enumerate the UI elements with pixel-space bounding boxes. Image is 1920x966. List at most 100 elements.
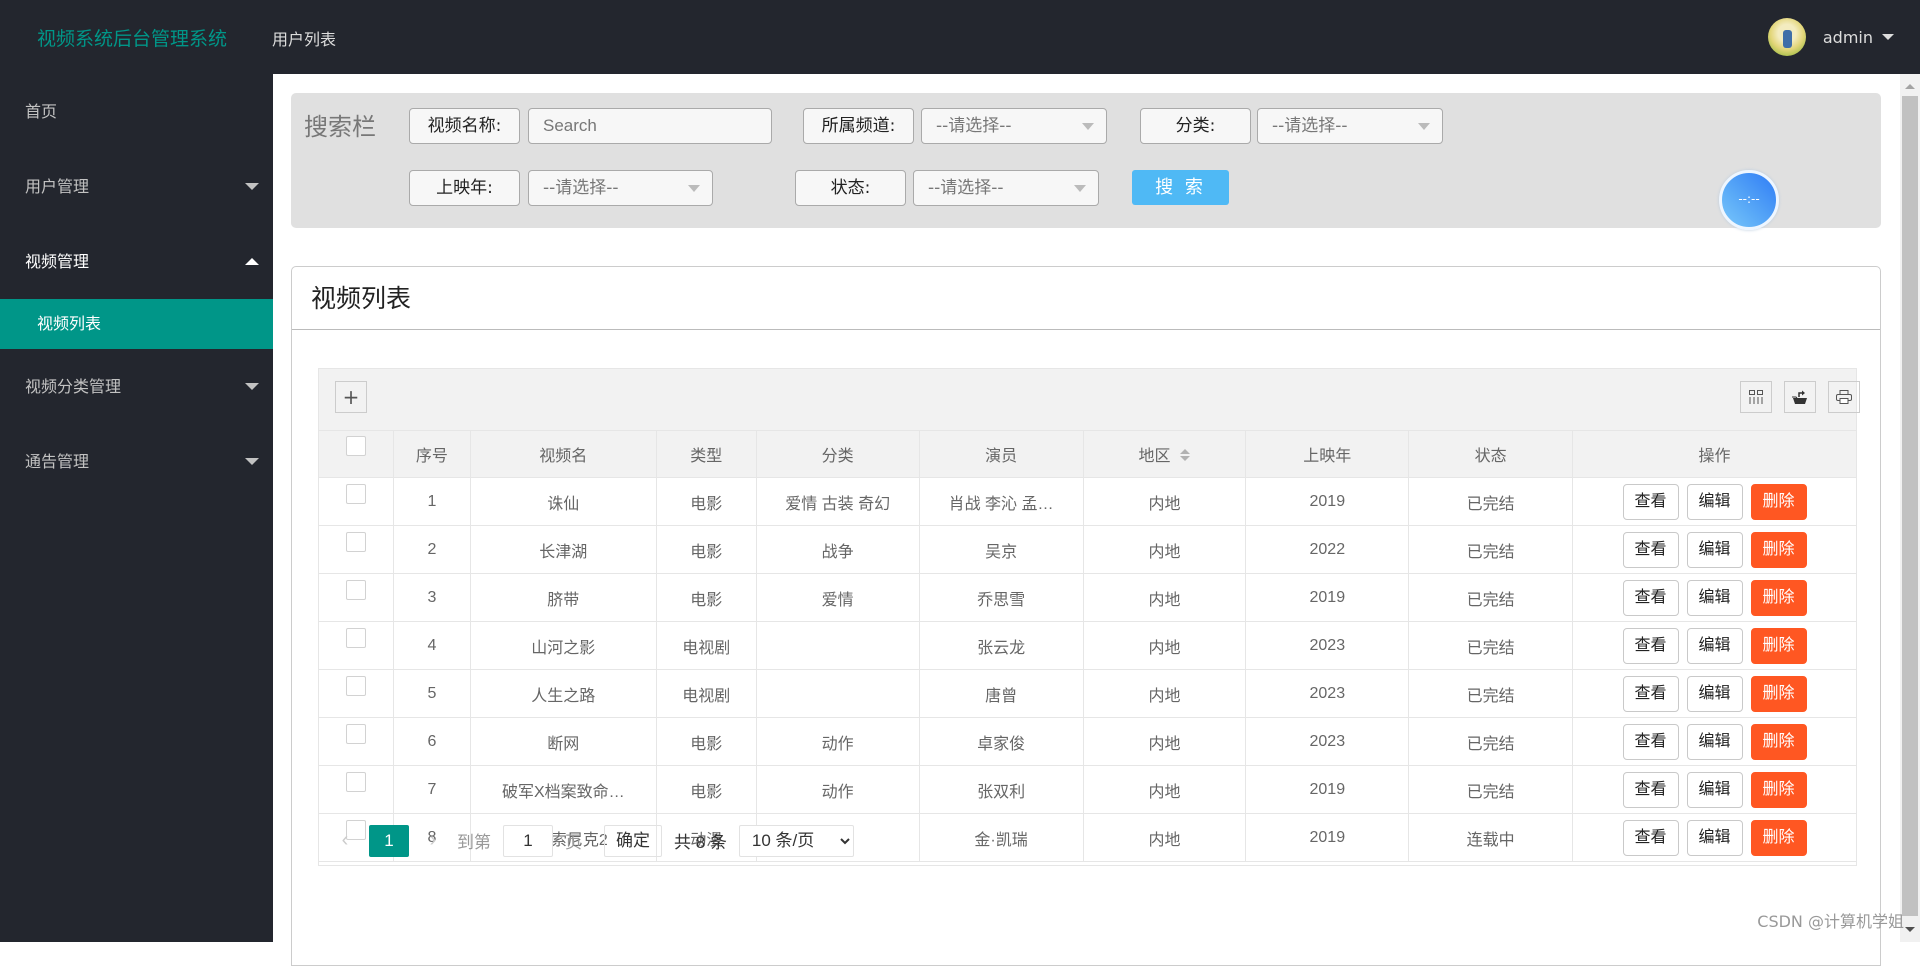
delete-button[interactable]: 删除 (1751, 628, 1807, 664)
cell-status: 已完结 (1409, 478, 1573, 526)
category-select[interactable]: --请选择-- (1257, 108, 1443, 144)
row-checkbox[interactable] (346, 676, 366, 696)
year-select-value: --请选择-- (543, 178, 619, 198)
delete-button[interactable]: 删除 (1751, 724, 1807, 760)
view-button[interactable]: 查看 (1623, 772, 1679, 808)
row-select-cell[interactable] (319, 622, 394, 670)
dropdown-triangle-icon (1074, 185, 1086, 192)
cell-name: 脐带 (470, 574, 656, 622)
edit-button[interactable]: 编辑 (1687, 772, 1743, 808)
edit-button[interactable]: 编辑 (1687, 724, 1743, 760)
scroll-down-arrow-icon[interactable] (1905, 927, 1915, 932)
user-menu[interactable]: admin (1768, 18, 1894, 56)
top-header: 视频系统后台管理系统 用户列表 admin (0, 0, 1920, 74)
channel-select[interactable]: --请选择-- (921, 108, 1107, 144)
add-button[interactable]: + (335, 381, 367, 413)
print-button[interactable] (1828, 381, 1860, 413)
category-select-value: --请选择-- (1272, 116, 1348, 136)
sidebar-item-video-management[interactable]: 视频管理 (0, 224, 273, 299)
select-all-checkbox[interactable] (346, 436, 366, 456)
scrollbar-thumb[interactable] (1902, 96, 1918, 916)
total-count: 共 8 条 (674, 828, 727, 853)
row-checkbox[interactable] (346, 484, 366, 504)
columns-filter-button[interactable] (1740, 381, 1772, 413)
table-row: 6断网电影动作卓家俊内地2023已完结查看编辑删除 (319, 718, 1857, 766)
sidebar-subitem-video-list[interactable]: 视频列表 (0, 299, 273, 349)
row-select-cell[interactable] (319, 478, 394, 526)
edit-button[interactable]: 编辑 (1687, 628, 1743, 664)
row-checkbox[interactable] (346, 532, 366, 552)
row-checkbox[interactable] (346, 580, 366, 600)
scroll-up-arrow-icon[interactable] (1905, 84, 1915, 89)
export-button[interactable] (1784, 381, 1816, 413)
column-header: 演员 (919, 431, 1083, 478)
video-name-input[interactable] (528, 108, 772, 144)
delete-button[interactable]: 删除 (1751, 580, 1807, 616)
cell-no: 7 (393, 766, 470, 814)
view-button[interactable]: 查看 (1623, 628, 1679, 664)
chevron-down-icon[interactable] (1882, 34, 1894, 40)
card-title: 视频列表 (292, 267, 1880, 330)
header-select-all[interactable] (319, 431, 394, 478)
row-select-cell[interactable] (319, 526, 394, 574)
watermark: CSDN @计算机学姐 (1757, 908, 1904, 932)
view-button[interactable]: 查看 (1623, 580, 1679, 616)
view-button[interactable]: 查看 (1623, 484, 1679, 520)
table-header-row: 序号 视频名 类型 分类 演员 地区 上映年 状态 操作 (319, 431, 1857, 478)
row-select-cell[interactable] (319, 574, 394, 622)
column-header-region[interactable]: 地区 (1083, 431, 1246, 478)
cell-category: 动作 (756, 718, 919, 766)
goto-confirm-button[interactable]: 确定 (604, 825, 662, 857)
edit-button[interactable]: 编辑 (1687, 484, 1743, 520)
avatar[interactable] (1768, 18, 1806, 56)
goto-page-input[interactable] (503, 825, 553, 857)
delete-button[interactable]: 删除 (1751, 484, 1807, 520)
vertical-scrollbar[interactable] (1900, 74, 1920, 942)
page-size-select[interactable]: 10 条/页 (739, 825, 854, 857)
sidebar-item-notice-management[interactable]: 通告管理 (0, 424, 273, 499)
row-checkbox[interactable] (346, 772, 366, 792)
prev-page-button[interactable]: ‹ (335, 829, 355, 852)
category-label: 分类: (1140, 108, 1251, 144)
row-select-cell[interactable] (319, 670, 394, 718)
cell-no: 5 (393, 670, 470, 718)
row-select-cell[interactable] (319, 718, 394, 766)
clock-widget[interactable]: --:-- (1719, 170, 1779, 230)
pagination: ‹ 1 › 到第 页 确定 共 8 条 10 条/页 (318, 816, 1857, 866)
table-row: 4山河之影电视剧张云龙内地2023已完结查看编辑删除 (319, 622, 1857, 670)
delete-button[interactable]: 删除 (1751, 676, 1807, 712)
next-page-button[interactable]: › (423, 829, 443, 852)
delete-button[interactable]: 删除 (1751, 772, 1807, 808)
sidebar-item-user-management[interactable]: 用户管理 (0, 149, 273, 224)
cell-category: 爱情 (756, 574, 919, 622)
cell-type: 电视剧 (656, 622, 756, 670)
edit-button[interactable]: 编辑 (1687, 580, 1743, 616)
sidebar-item-home[interactable]: 首页 (0, 74, 273, 149)
chevron-up-icon (245, 258, 259, 265)
view-button[interactable]: 查看 (1623, 676, 1679, 712)
status-select[interactable]: --请选择-- (913, 170, 1099, 206)
delete-button[interactable]: 删除 (1751, 532, 1807, 568)
row-select-cell[interactable] (319, 766, 394, 814)
search-button[interactable]: 搜 索 (1132, 170, 1229, 205)
app-logo: 视频系统后台管理系统 (37, 24, 227, 51)
cell-status: 已完结 (1409, 622, 1573, 670)
sidebar-item-category-management[interactable]: 视频分类管理 (0, 349, 273, 424)
view-button[interactable]: 查看 (1623, 532, 1679, 568)
view-button[interactable]: 查看 (1623, 724, 1679, 760)
row-checkbox[interactable] (346, 628, 366, 648)
year-select[interactable]: --请选择-- (528, 170, 713, 206)
cell-name: 断网 (470, 718, 656, 766)
cell-actions: 查看编辑删除 (1573, 622, 1857, 670)
cell-actors: 乔思雪 (919, 574, 1083, 622)
cell-region: 内地 (1083, 478, 1246, 526)
cell-actions: 查看编辑删除 (1573, 718, 1857, 766)
user-name[interactable]: admin (1823, 28, 1873, 47)
row-checkbox[interactable] (346, 724, 366, 744)
current-page-button[interactable]: 1 (369, 825, 409, 857)
sort-icon[interactable] (1180, 449, 1190, 461)
edit-button[interactable]: 编辑 (1687, 532, 1743, 568)
edit-button[interactable]: 编辑 (1687, 676, 1743, 712)
header-nav-user-list[interactable]: 用户列表 (272, 26, 336, 50)
cell-year: 2022 (1246, 526, 1409, 574)
